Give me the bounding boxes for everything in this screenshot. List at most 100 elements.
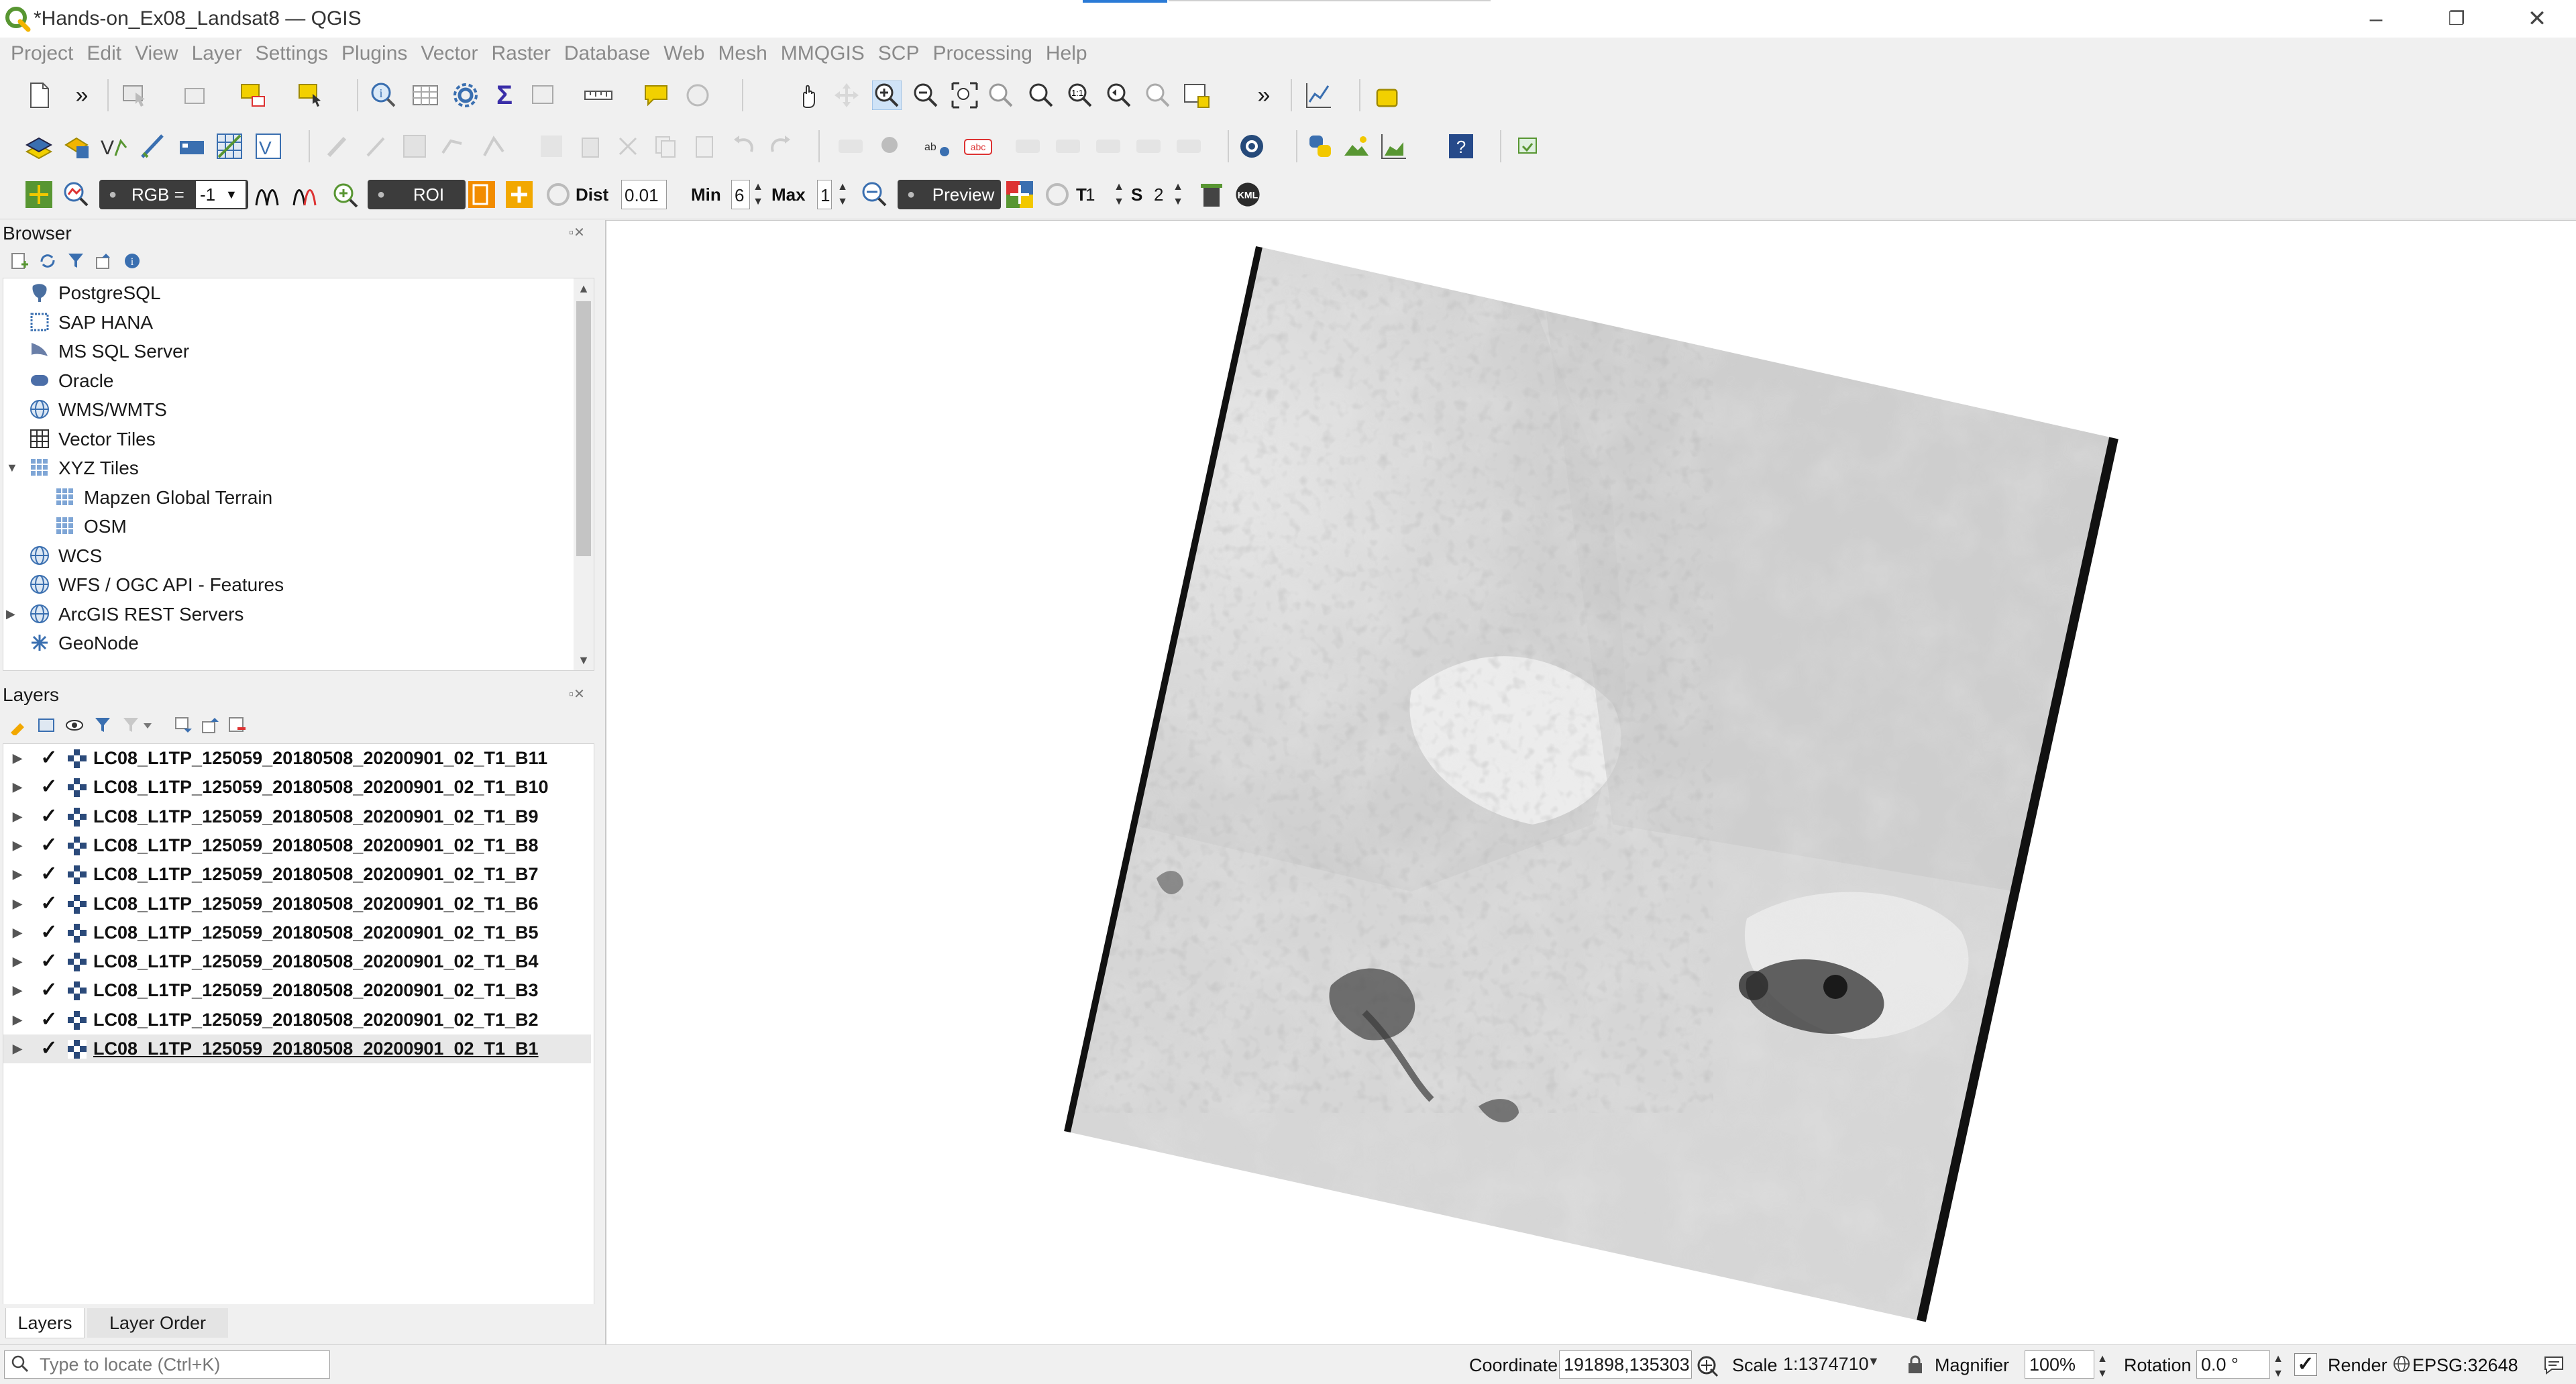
tab-layer-order[interactable]: Layer Order: [87, 1308, 228, 1338]
vertex-tool-icon[interactable]: [479, 131, 508, 161]
close-icon[interactable]: ✕: [2497, 0, 2576, 38]
layer-item[interactable]: ▶ ✓ LC08_L1TP_125059_20180508_20200901_02_…: [9, 1006, 586, 1034]
layer-item[interactable]: ▶ ✓ LC08_L1TP_125059_20180508_20200901_02_…: [9, 918, 586, 947]
layer-visibility-checkbox[interactable]: ✓: [40, 1009, 58, 1029]
t-spinner-icon[interactable]: ▲ ▼: [1111, 180, 1127, 209]
menu-database[interactable]: Database: [559, 40, 655, 67]
delete-selected-icon[interactable]: [576, 131, 605, 161]
field-calculator-icon[interactable]: Σ: [490, 81, 519, 110]
terrain-profile-icon[interactable]: [1342, 131, 1371, 161]
pan-to-selection-icon[interactable]: [832, 81, 861, 110]
label-text-icon[interactable]: ab: [923, 131, 953, 161]
save-edits-icon[interactable]: [400, 131, 429, 161]
filter-expression-icon[interactable]: [121, 715, 154, 735]
tab-layers[interactable]: Layers: [5, 1308, 85, 1338]
add-delimited-text-icon[interactable]: [138, 131, 168, 161]
add-virtual-layer-icon[interactable]: V: [254, 131, 283, 161]
layer-visibility-checkbox[interactable]: ✓: [40, 806, 58, 826]
new-map-view-icon[interactable]: [1182, 81, 1212, 110]
scp-zoom-preview-icon[interactable]: [860, 180, 890, 209]
min-value[interactable]: 6: [731, 180, 750, 209]
refresh-icon[interactable]: [38, 251, 58, 271]
digitize-icon[interactable]: [437, 131, 467, 161]
browser-item-wcs[interactable]: WCS: [3, 541, 567, 570]
menu-project[interactable]: Project: [5, 40, 78, 67]
layer-item[interactable]: ▶ ✓ LC08_L1TP_125059_20180508_20200901_02_…: [9, 773, 586, 802]
label-move-icon[interactable]: [1013, 131, 1042, 161]
layer-visibility-checkbox[interactable]: ✓: [40, 951, 58, 971]
new-project-icon[interactable]: [24, 81, 54, 110]
rotation-field[interactable]: 0.0 °: [2196, 1350, 2270, 1379]
remove-layer-icon[interactable]: [227, 715, 247, 735]
scp-create-roi-icon[interactable]: [467, 180, 496, 209]
scp-redo-roi-icon[interactable]: [543, 180, 573, 209]
layer-visibility-checkbox[interactable]: ✓: [40, 864, 58, 884]
scp-redo-preview-icon[interactable]: [1042, 180, 1072, 209]
layer-item[interactable]: ▶ ✓ LC08_L1TP_125059_20180508_20200901_02_…: [9, 976, 586, 1005]
map-tips-icon[interactable]: [641, 81, 671, 110]
chevron-right-icon[interactable]: ▶: [13, 1006, 22, 1034]
layer-visibility-checkbox[interactable]: ✓: [40, 1039, 58, 1059]
layer-item[interactable]: ▶ ✓ LC08_L1TP_125059_20180508_20200901_02_…: [9, 831, 586, 860]
current-edits-icon[interactable]: [323, 131, 353, 161]
layer-item[interactable]: ▶ ✓ LC08_L1TP_125059_20180508_20200901_02_…: [9, 860, 586, 889]
expand-all-icon[interactable]: [173, 715, 193, 735]
zoom-last-icon[interactable]: [1104, 81, 1134, 110]
menu-mmqgis[interactable]: MMQGIS: [775, 40, 870, 67]
layer-item[interactable]: ▶ ✓ LC08_L1TP_125059_20180508_20200901_02_…: [9, 744, 586, 773]
scp-band-set-icon[interactable]: [252, 180, 282, 209]
chevron-down-icon[interactable]: ▼: [6, 454, 18, 482]
layer-item[interactable]: ▶ ✓ LC08_L1TP_125059_20180508_20200901_02_…: [9, 890, 586, 918]
menu-settings[interactable]: Settings: [250, 40, 333, 67]
chevron-right-icon[interactable]: ▶: [13, 947, 22, 976]
menu-plugins[interactable]: Plugins: [336, 40, 413, 67]
collapse-all-icon[interactable]: [200, 715, 220, 735]
overflow-chevron-icon[interactable]: »: [1249, 81, 1279, 110]
t-value[interactable]: 1: [1083, 180, 1097, 209]
label-show-hide-icon[interactable]: [1134, 131, 1163, 161]
plugin-refresh-icon[interactable]: [1513, 131, 1543, 161]
elevation-tool-icon[interactable]: [1379, 131, 1409, 161]
messages-icon[interactable]: [2542, 1353, 2565, 1376]
locator-box[interactable]: Type to locate (Ctrl+K): [4, 1350, 330, 1379]
scp-classification-preview-icon[interactable]: [1005, 180, 1034, 209]
max-spinner-icon[interactable]: ▲ ▼: [835, 180, 851, 209]
chevron-right-icon[interactable]: ▶: [13, 860, 22, 889]
layer-visibility-checkbox[interactable]: ✓: [40, 922, 58, 942]
select-location-icon[interactable]: [297, 81, 326, 110]
filter-legend-icon[interactable]: [93, 715, 113, 735]
panel-float-close-icon[interactable]: ▫✕: [569, 686, 585, 702]
preview-toggle[interactable]: ● Preview: [898, 180, 1001, 209]
magnifier-field[interactable]: 100%: [2025, 1350, 2094, 1379]
menu-web[interactable]: Web: [658, 40, 710, 67]
browser-item-sap-hana[interactable]: SAP HANA: [3, 308, 567, 337]
browser-item-vector-tiles[interactable]: Vector Tiles: [3, 425, 567, 454]
rgb-value[interactable]: -1: [196, 181, 246, 208]
menu-edit[interactable]: Edit: [81, 40, 127, 67]
menu-help[interactable]: Help: [1040, 40, 1093, 67]
scrollbar-thumb[interactable]: [576, 301, 591, 556]
style-manager-icon[interactable]: [8, 715, 28, 737]
identify-features-icon[interactable]: i: [369, 81, 398, 110]
scp-add-roi-icon[interactable]: [504, 180, 534, 209]
browser-item-wms-wmts[interactable]: WMS/WMTS: [3, 395, 567, 424]
scp-band-calc-icon[interactable]: [290, 180, 319, 209]
menu-vector[interactable]: Vector: [415, 40, 483, 67]
visibility-eye-icon[interactable]: [64, 715, 85, 735]
layer-visibility-checkbox[interactable]: ✓: [40, 748, 58, 768]
render-checkbox[interactable]: ✓: [2294, 1353, 2317, 1376]
chevron-right-icon[interactable]: ▶: [13, 831, 22, 860]
label-tool-icon[interactable]: [836, 131, 865, 161]
rotation-spinner-icon[interactable]: ▲ ▼: [2270, 1352, 2286, 1381]
map-canvas[interactable]: [605, 220, 2576, 1345]
add-layer-icon[interactable]: [62, 131, 91, 161]
chevron-down-icon[interactable]: ▼: [225, 180, 237, 209]
s-spinner-icon[interactable]: ▲ ▼: [1170, 180, 1186, 209]
python-console-icon[interactable]: [1305, 131, 1335, 161]
minimize-icon[interactable]: –: [2336, 0, 2416, 38]
menu-view[interactable]: View: [129, 40, 183, 67]
profile-tool-icon[interactable]: [1304, 81, 1334, 110]
chevron-right-icon[interactable]: ▶: [13, 773, 22, 802]
layer-item[interactable]: ▶ ✓ LC08_L1TP_125059_20180508_20200901_02_…: [3, 1034, 591, 1063]
add-raster-layer-icon[interactable]: [215, 131, 244, 161]
